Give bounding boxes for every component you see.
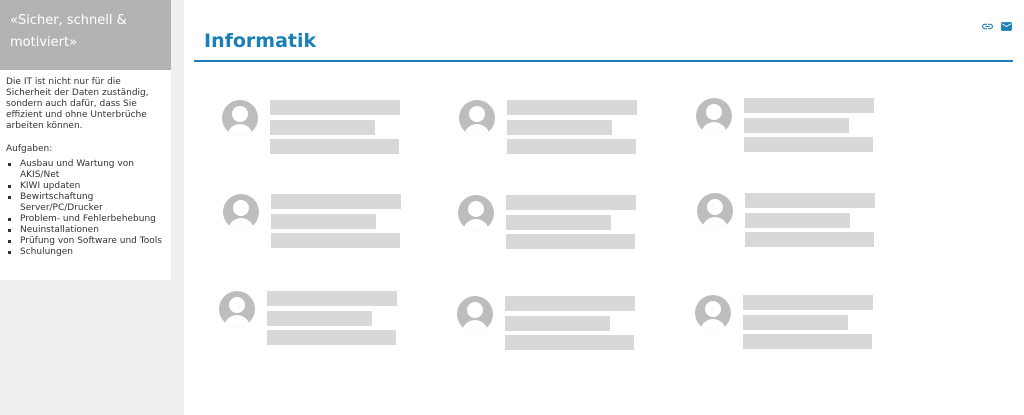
contact-placeholder xyxy=(506,234,635,249)
task-item: Bewirtschaftung Server/PC/Drucker xyxy=(6,192,165,214)
quote-line-2: motiviert» xyxy=(10,35,78,50)
sidebar: «Sicher, schnell & motiviert» Die IT ist… xyxy=(0,0,171,280)
person-card-placeholder xyxy=(695,295,885,355)
avatar-placeholder-icon xyxy=(219,291,255,327)
name-placeholder xyxy=(745,193,875,208)
name-placeholder xyxy=(507,100,637,115)
name-placeholder xyxy=(743,295,873,310)
role-placeholder xyxy=(506,215,611,230)
contact-placeholder xyxy=(271,233,400,248)
quote-box: «Sicher, schnell & motiviert» xyxy=(0,0,171,70)
avatar-placeholder-icon xyxy=(223,194,259,230)
task-item: Problem- und Fehlerbehebung xyxy=(6,214,165,225)
role-placeholder xyxy=(507,120,612,135)
main-content: Informatik xyxy=(184,0,1024,415)
task-item: Schulungen xyxy=(6,247,165,258)
contact-placeholder xyxy=(267,330,396,345)
sidebar-body: Die IT ist nicht nur für die Sicherheit … xyxy=(0,70,171,258)
contact-placeholder xyxy=(505,335,634,350)
name-placeholder xyxy=(506,195,636,210)
avatar-placeholder-icon xyxy=(457,296,493,332)
person-card-placeholder xyxy=(459,100,649,160)
avatar-placeholder-icon xyxy=(222,100,258,136)
person-card-placeholder xyxy=(223,194,413,254)
name-placeholder xyxy=(271,194,401,209)
avatar-placeholder-icon xyxy=(697,193,733,229)
avatar-placeholder-icon xyxy=(696,98,732,134)
person-card-placeholder xyxy=(457,296,647,356)
person-card-placeholder xyxy=(219,291,409,351)
avatar-placeholder-icon xyxy=(458,195,494,231)
person-card-placeholder xyxy=(458,195,648,255)
avatar-placeholder-icon xyxy=(695,295,731,331)
contact-placeholder xyxy=(507,139,636,154)
name-placeholder xyxy=(505,296,635,311)
task-item: Neuinstallationen xyxy=(6,225,165,236)
task-list: Ausbau und Wartung von AKIS/Net KIWI upd… xyxy=(6,159,165,258)
role-placeholder xyxy=(744,118,849,133)
name-placeholder xyxy=(270,100,400,115)
name-placeholder xyxy=(744,98,874,113)
people-grid xyxy=(184,0,1024,415)
task-item: KIWI updaten xyxy=(6,181,165,192)
task-item: Ausbau und Wartung von AKIS/Net xyxy=(6,159,165,181)
role-placeholder xyxy=(271,214,376,229)
avatar-placeholder-icon xyxy=(459,100,495,136)
tasks-heading: Aufgaben: xyxy=(6,144,53,154)
contact-placeholder xyxy=(743,334,872,349)
person-card-placeholder xyxy=(696,98,886,158)
contact-placeholder xyxy=(745,232,874,247)
role-placeholder xyxy=(745,213,850,228)
role-placeholder xyxy=(743,315,848,330)
task-item: Prüfung von Software und Tools xyxy=(6,236,165,247)
name-placeholder xyxy=(267,291,397,306)
quote-line-1: «Sicher, schnell & xyxy=(10,13,127,28)
role-placeholder xyxy=(270,120,375,135)
contact-placeholder xyxy=(744,137,873,152)
role-placeholder xyxy=(505,316,610,331)
person-card-placeholder xyxy=(697,193,887,253)
role-placeholder xyxy=(267,311,372,326)
contact-placeholder xyxy=(270,139,399,154)
person-card-placeholder xyxy=(222,100,412,160)
intro-text: Die IT ist nicht nur für die Sicherheit … xyxy=(6,77,149,131)
